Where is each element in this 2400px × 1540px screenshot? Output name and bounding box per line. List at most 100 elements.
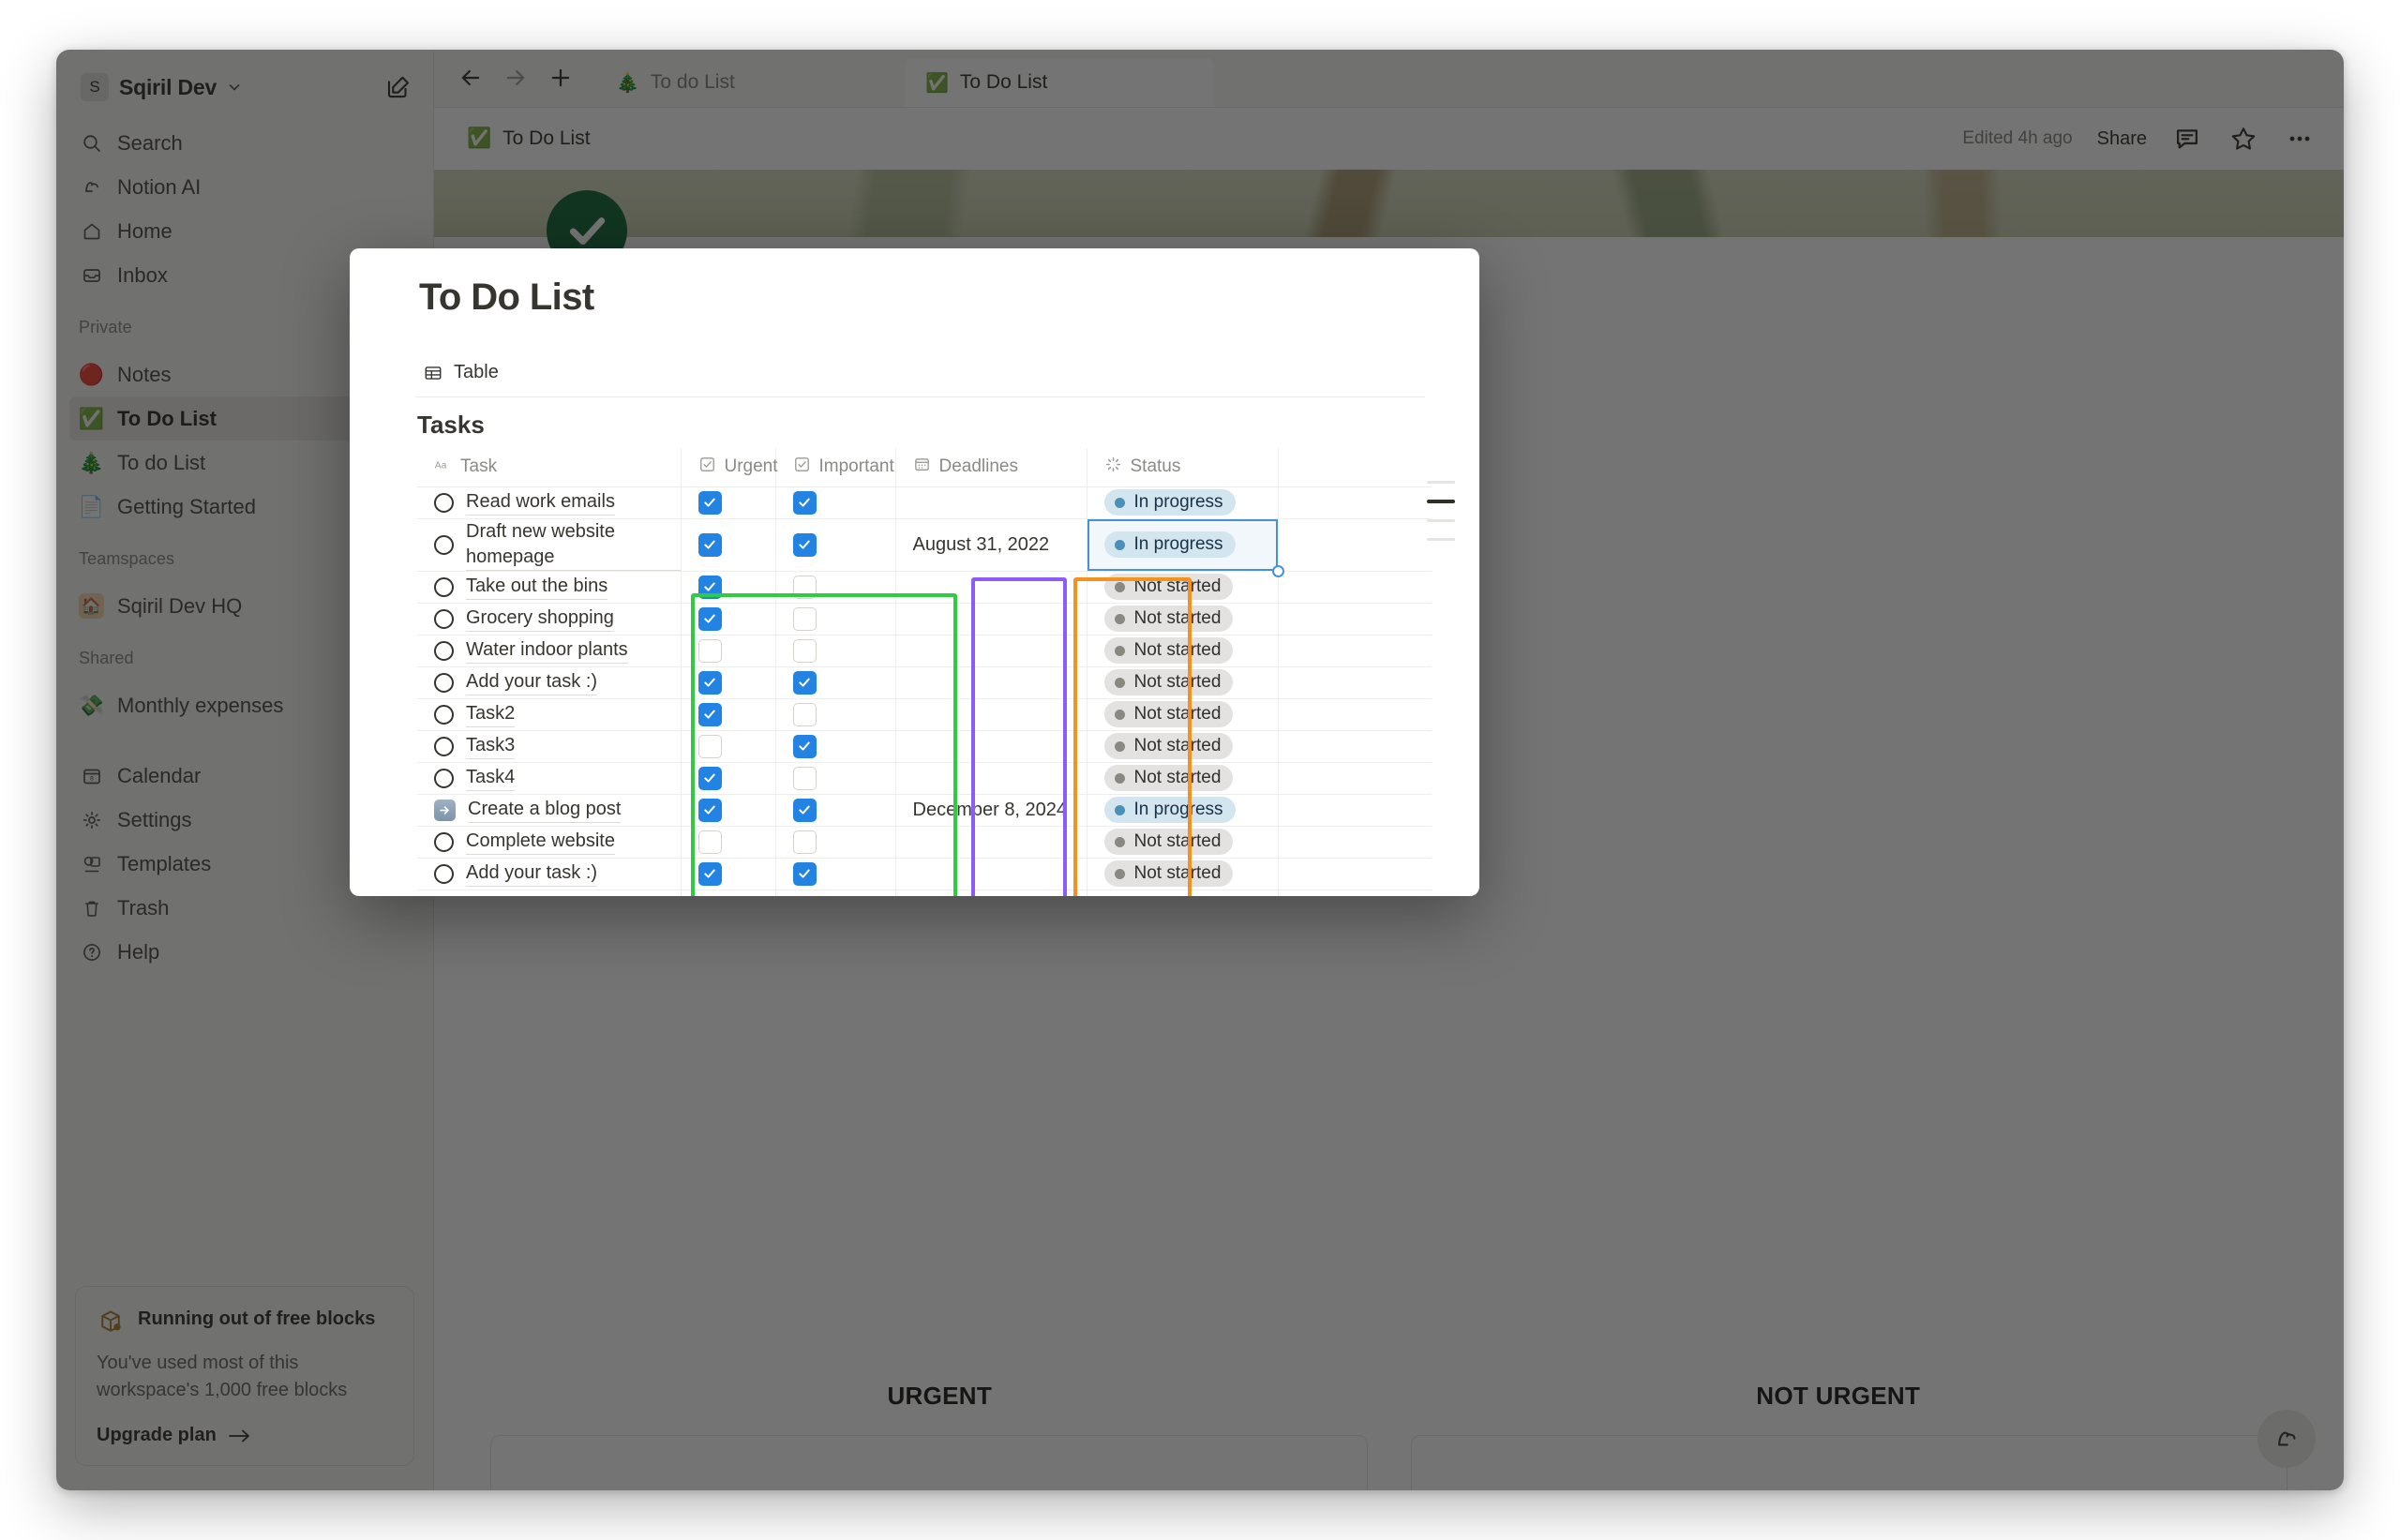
- column-header-status[interactable]: Status: [1087, 448, 1279, 487]
- table-row[interactable]: Add your task :) Not started: [417, 666, 1432, 699]
- cell-task[interactable]: Add your task :): [417, 666, 682, 699]
- cell-deadline[interactable]: [895, 698, 1088, 731]
- share-button[interactable]: Share: [2097, 128, 2147, 150]
- table-row[interactable]: Task4 Not started: [417, 762, 1432, 795]
- cell-task[interactable]: Read work emails: [417, 486, 682, 519]
- upgrade-banner[interactable]: Running out of free blocks You've used m…: [75, 1286, 414, 1466]
- important-checkbox[interactable]: [792, 532, 817, 557]
- important-checkbox[interactable]: [792, 638, 817, 663]
- cell-deadline[interactable]: [895, 826, 1088, 859]
- urgent-checkbox[interactable]: [698, 734, 722, 758]
- cell-urgent[interactable]: [681, 486, 776, 519]
- cell-important[interactable]: [775, 826, 896, 859]
- forward-button[interactable]: [496, 58, 535, 97]
- cell-deadline[interactable]: [895, 571, 1088, 604]
- cell-deadline[interactable]: August 31, 2022: [895, 518, 1088, 572]
- cell-status[interactable]: Not started: [1087, 635, 1279, 667]
- urgent-checkbox[interactable]: [698, 766, 722, 790]
- urgent-checkbox[interactable]: [698, 670, 722, 695]
- urgent-checkbox[interactable]: [698, 490, 722, 515]
- cell-task[interactable]: Complete website: [417, 826, 682, 859]
- important-checkbox[interactable]: [792, 670, 817, 695]
- cell-task[interactable]: Task3: [417, 730, 682, 763]
- cell-status[interactable]: Not started: [1087, 571, 1279, 604]
- more-icon[interactable]: [2284, 123, 2316, 155]
- cell-important[interactable]: [775, 635, 896, 667]
- cell-deadline[interactable]: [895, 635, 1088, 667]
- important-checkbox[interactable]: [792, 861, 817, 886]
- table-row[interactable]: Task2 Not started: [417, 698, 1432, 731]
- cell-urgent[interactable]: [681, 518, 776, 572]
- cell-urgent[interactable]: [681, 858, 776, 890]
- table-row[interactable]: Create a blog post December 8, 2024 In pro…: [417, 794, 1432, 827]
- cell-urgent[interactable]: [681, 730, 776, 763]
- table-row[interactable]: Read work emails In progress: [417, 486, 1432, 519]
- column-header-urgent[interactable]: Urgent: [681, 448, 778, 487]
- column-header-add[interactable]: [1278, 448, 1432, 487]
- urgent-checkbox[interactable]: [698, 861, 722, 886]
- important-checkbox[interactable]: [792, 734, 817, 758]
- sidebar-item-help[interactable]: Help: [69, 930, 420, 974]
- comment-icon[interactable]: [2171, 123, 2203, 155]
- table-row[interactable]: Task3 Not started: [417, 730, 1432, 763]
- cell-deadline[interactable]: [895, 603, 1088, 635]
- cell-drag-handle[interactable]: [1271, 564, 1284, 577]
- important-checkbox[interactable]: [792, 606, 817, 631]
- matrix-card-urgent[interactable]: [490, 1435, 1368, 1490]
- urgent-checkbox[interactable]: [698, 638, 722, 663]
- new-page-edit-icon[interactable]: [384, 73, 412, 101]
- cell-task[interactable]: Grocery shopping: [417, 603, 682, 635]
- important-checkbox[interactable]: [792, 830, 817, 854]
- column-header-task[interactable]: Aa Task: [417, 448, 682, 487]
- tab-to-do-list-2[interactable]: ✅ To Do List: [905, 58, 1214, 107]
- urgent-checkbox[interactable]: [698, 575, 722, 599]
- important-checkbox[interactable]: [792, 798, 817, 822]
- cell-status[interactable]: Not started: [1087, 826, 1279, 859]
- cell-important[interactable]: [775, 603, 896, 635]
- urgent-checkbox[interactable]: [698, 702, 722, 726]
- cell-task[interactable]: Water indoor plants: [417, 635, 682, 667]
- important-checkbox[interactable]: [792, 702, 817, 726]
- cell-important[interactable]: [775, 762, 896, 795]
- cell-important[interactable]: [775, 666, 896, 699]
- cell-important[interactable]: [775, 730, 896, 763]
- sidebar-item-home[interactable]: Home: [69, 209, 420, 253]
- cell-important[interactable]: [775, 571, 896, 604]
- cell-status[interactable]: In progress: [1087, 794, 1279, 827]
- table-row[interactable]: Grocery shopping Not started: [417, 603, 1432, 635]
- cell-task[interactable]: Task2: [417, 698, 682, 731]
- cell-important[interactable]: [775, 698, 896, 731]
- sidebar-item-search[interactable]: Search: [69, 121, 420, 165]
- new-page-cell[interactable]: New page: [417, 890, 682, 896]
- cell-urgent[interactable]: [681, 603, 776, 635]
- important-checkbox[interactable]: [792, 490, 817, 515]
- cell-deadline[interactable]: [895, 666, 1088, 699]
- column-header-important[interactable]: Important: [775, 448, 896, 487]
- cell-important[interactable]: [775, 858, 896, 890]
- cell-task[interactable]: Take out the bins: [417, 571, 682, 604]
- cell-status[interactable]: Not started: [1087, 730, 1279, 763]
- breadcrumb[interactable]: ✅ To Do List: [458, 123, 599, 155]
- cell-urgent[interactable]: [681, 635, 776, 667]
- table-row[interactable]: Water indoor plants Not started: [417, 635, 1432, 667]
- view-tab-table[interactable]: Table: [419, 356, 508, 396]
- table-row[interactable]: Draft new website homepage August 31, 202…: [417, 518, 1432, 577]
- cell-urgent[interactable]: [681, 698, 776, 731]
- cell-important[interactable]: [775, 794, 896, 827]
- new-tab-button[interactable]: [541, 58, 580, 97]
- new-page-row[interactable]: New page: [417, 890, 1432, 896]
- cell-deadline[interactable]: [895, 762, 1088, 795]
- cell-task[interactable]: Task4: [417, 762, 682, 795]
- cell-status[interactable]: Not started: [1087, 603, 1279, 635]
- cell-status[interactable]: In progress: [1087, 518, 1284, 577]
- cell-urgent[interactable]: [681, 826, 776, 859]
- cell-task[interactable]: Draft new website homepage: [417, 518, 682, 572]
- matrix-card-not-urgent[interactable]: [1410, 1435, 2288, 1490]
- table-row[interactable]: Complete website Not started: [417, 826, 1432, 859]
- cell-important[interactable]: [775, 518, 896, 572]
- cell-urgent[interactable]: [681, 762, 776, 795]
- table-row[interactable]: Add your task :) Not started: [417, 858, 1432, 890]
- cell-deadline[interactable]: [895, 730, 1088, 763]
- cell-urgent[interactable]: [681, 666, 776, 699]
- sidebar-item-notion-ai[interactable]: Notion AI: [69, 165, 420, 209]
